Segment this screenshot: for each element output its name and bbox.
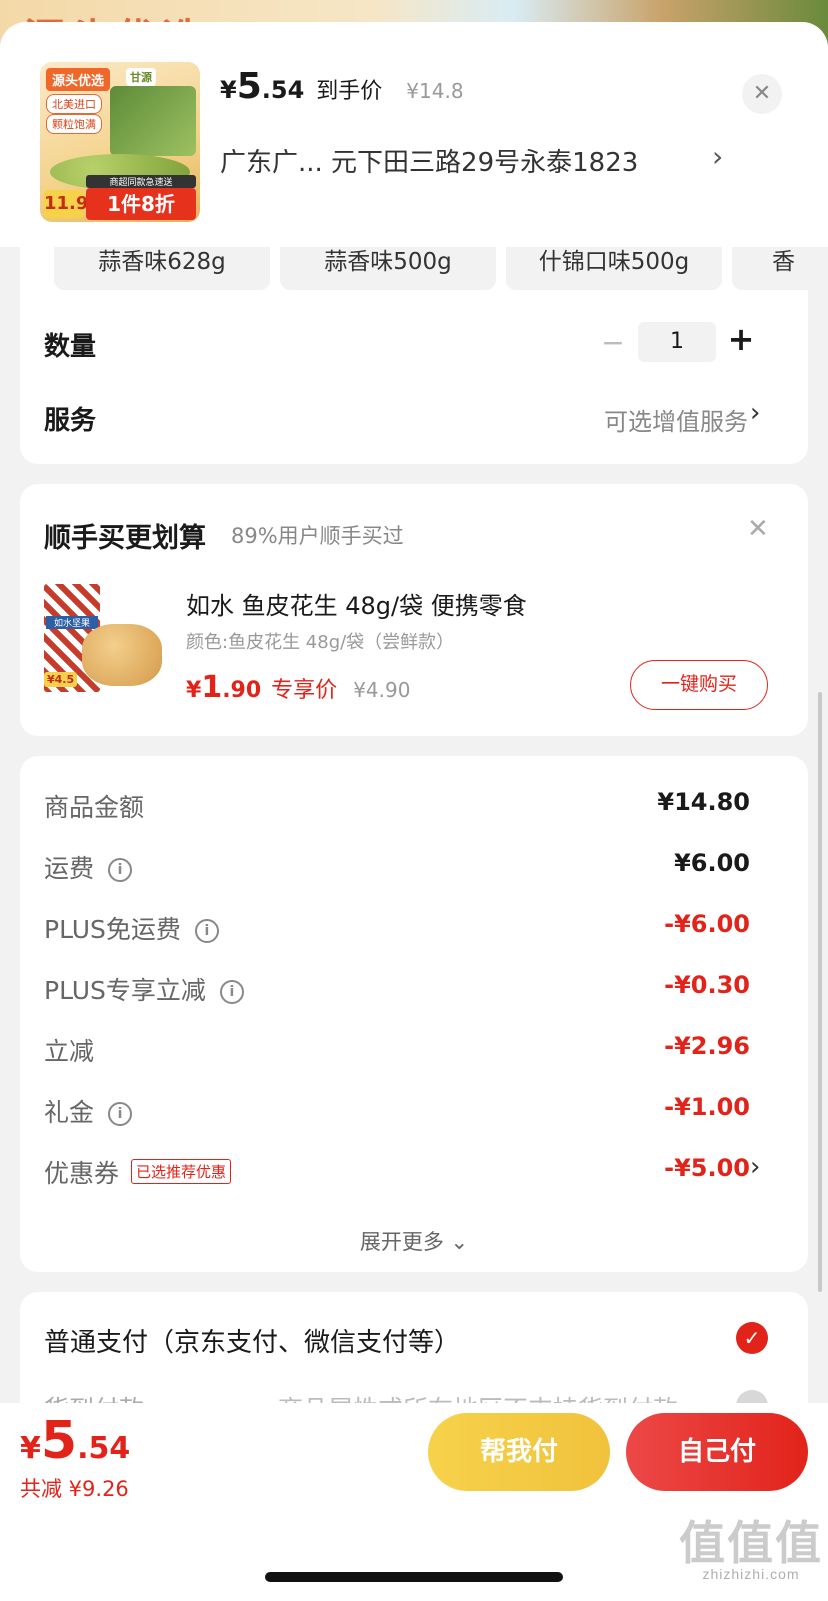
- detail-value: ¥6.00: [674, 849, 750, 877]
- product-bag-image: [110, 86, 196, 156]
- thumb-tag: 颗粒饱满: [46, 114, 102, 134]
- help-me-pay-button[interactable]: 帮我付: [428, 1413, 610, 1491]
- detail-value: -¥6.00: [664, 910, 750, 938]
- price-integer: 1: [201, 670, 223, 705]
- expand-more-button[interactable]: 展开更多 ⌄: [20, 1226, 808, 1256]
- minus-icon[interactable]: −: [598, 326, 628, 359]
- detail-row: 商品金额 ¥14.80: [44, 788, 784, 828]
- checkout-sheet: 源头优选 北美进口 颗粒饱满 甘源 商超同款急速送 11.9 1件8折 ¥ 5 …: [0, 22, 828, 1601]
- peanuts-image: [82, 624, 162, 686]
- home-indicator[interactable]: [265, 1572, 563, 1582]
- detail-label: PLUS专享立减 i: [44, 971, 244, 1007]
- close-icon[interactable]: ✕: [747, 514, 769, 544]
- close-icon[interactable]: ✕: [742, 74, 782, 114]
- check-icon[interactable]: ✓: [736, 1322, 768, 1354]
- price-label: 专享价: [271, 678, 338, 703]
- detail-value: -¥2.96: [664, 1032, 750, 1060]
- payment-option-normal[interactable]: 普通支付（京东支付、微信支付等）: [44, 1322, 460, 1359]
- detail-label: 商品金额: [44, 793, 145, 822]
- scrollbar[interactable]: [818, 692, 822, 1292]
- watermark-logo: 值值值: [679, 1517, 823, 1569]
- detail-row: PLUS免运费 i -¥6.00: [44, 910, 784, 950]
- original-price: ¥14.8: [406, 79, 464, 103]
- price-decimal: .54: [77, 1431, 131, 1466]
- site-watermark: 值值值 zhizhizhi.com: [676, 1520, 826, 1582]
- detail-label: 优惠券 已选推荐优惠: [44, 1154, 232, 1190]
- detail-value: -¥0.30: [664, 971, 750, 999]
- pack-price: ¥4.5: [44, 672, 78, 687]
- delivery-address[interactable]: 广东广... 元下田三路29号永泰1823: [220, 142, 638, 179]
- bundle-card: 顺手买更划算 89%用户顺手买过 ✕ 如水坚果 ¥4.5 如水 鱼皮花生 48g…: [20, 484, 808, 736]
- detail-row: 运费 i ¥6.00: [44, 849, 784, 889]
- bundle-product-variant: 颜色:鱼皮花生 48g/袋（尝鲜款）: [186, 632, 455, 653]
- bundle-product-image[interactable]: 如水坚果 ¥4.5: [42, 580, 164, 698]
- thumb-discount: 1件8折: [86, 188, 196, 220]
- plus-icon[interactable]: +: [726, 320, 756, 358]
- detail-label: 礼金 i: [44, 1093, 133, 1129]
- detail-label: PLUS免运费 i: [44, 910, 219, 946]
- thumb-tag: 北美进口: [46, 94, 102, 114]
- price-integer: 5: [40, 1411, 78, 1471]
- detail-label: 立减: [44, 1037, 95, 1066]
- detail-row: 立减 -¥2.96: [44, 1032, 784, 1072]
- detail-label: 运费 i: [44, 849, 133, 885]
- thumb-promo-sub: 商超同款急速送: [86, 175, 196, 188]
- bundle-price: ¥ 1 .90 专享价 ¥4.90: [186, 670, 410, 705]
- coupon-tag: 已选推荐优惠: [131, 1159, 232, 1184]
- chevron-right-icon[interactable]: ›: [750, 398, 760, 428]
- price-detail-card: 商品金额 ¥14.80 运费 i ¥6.00 PLUS免运费 i -¥6.00 PL…: [20, 756, 808, 1272]
- bundle-title: 顺手买更划算: [44, 523, 206, 554]
- service-label: 服务: [44, 406, 97, 436]
- info-icon[interactable]: i: [108, 858, 133, 882]
- info-icon[interactable]: i: [108, 1102, 133, 1126]
- price-decimal: .90: [222, 678, 262, 703]
- detail-value: -¥5.00: [664, 1154, 750, 1182]
- currency-symbol: ¥: [220, 76, 237, 104]
- detail-row: 礼金 i -¥1.00: [44, 1093, 784, 1133]
- info-icon[interactable]: i: [219, 980, 244, 1004]
- coupon-row[interactable]: 优惠券 已选推荐优惠 -¥5.00 ›: [44, 1152, 784, 1194]
- product-thumbnail[interactable]: 源头优选 北美进口 颗粒饱满 甘源 商超同款急速送 11.9 1件8折: [40, 62, 200, 222]
- brand-logo: 甘源: [126, 68, 156, 86]
- price-decimal: .54: [261, 76, 305, 104]
- detail-value: -¥1.00: [664, 1093, 750, 1121]
- bundle-subtitle: 89%用户顺手买过: [231, 524, 404, 548]
- thumb-badge: 源头优选: [46, 68, 111, 91]
- detail-row: PLUS专享立减 i -¥0.30: [44, 971, 784, 1011]
- price-label: 到手价: [316, 79, 383, 104]
- currency-symbol: ¥: [186, 678, 202, 703]
- bundle-product-name[interactable]: 如水 鱼皮花生 48g/袋 便携零食: [186, 586, 527, 621]
- info-icon[interactable]: i: [194, 919, 219, 943]
- total-price: ¥ 5 .54: [20, 1411, 130, 1471]
- detail-value: ¥14.80: [657, 788, 750, 816]
- chevron-right-icon[interactable]: ›: [750, 1152, 760, 1182]
- one-click-buy-button[interactable]: 一键购买: [630, 660, 768, 710]
- total-savings: 共减 ¥9.26: [20, 1477, 129, 1501]
- final-price: ¥ 5 .54 到手价 ¥14.8: [220, 66, 464, 107]
- original-price: ¥4.90: [353, 678, 411, 702]
- chevron-right-icon[interactable]: ›: [712, 140, 723, 173]
- product-header: 源头优选 北美进口 颗粒饱满 甘源 商超同款急速送 11.9 1件8折 ¥ 5 …: [0, 22, 828, 247]
- currency-symbol: ¥: [20, 1431, 41, 1466]
- pack-label: 如水坚果: [46, 616, 98, 629]
- thumb-price: 11.9: [44, 190, 88, 218]
- price-integer: 5: [236, 66, 262, 107]
- pay-myself-button[interactable]: 自己付: [626, 1413, 808, 1491]
- quantity-label: 数量: [44, 332, 97, 362]
- quantity-input[interactable]: 1: [638, 322, 716, 362]
- service-value[interactable]: 可选增值服务: [604, 402, 748, 437]
